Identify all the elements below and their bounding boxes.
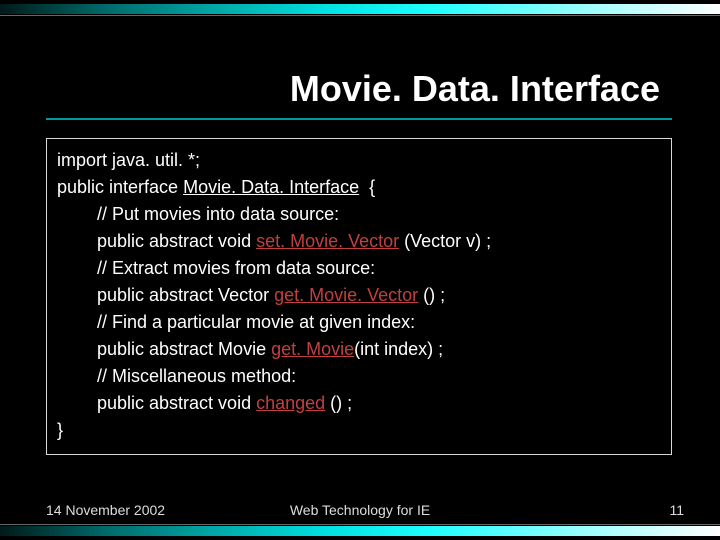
code-text: public interface xyxy=(57,177,183,197)
code-text: public abstract Vector xyxy=(97,285,274,305)
code-comment: // Extract movies from data source: xyxy=(97,258,375,278)
code-line: // Extract movies from data source: xyxy=(57,255,661,282)
code-line: public abstract Movie get. Movie(int ind… xyxy=(57,336,661,363)
code-text: { xyxy=(359,177,375,197)
code-line: public abstract void changed () ; xyxy=(57,390,661,417)
code-identifier: Movie. Data. Interface xyxy=(183,177,359,197)
code-comment: // Find a particular movie at given inde… xyxy=(97,312,415,332)
code-text: public abstract void xyxy=(97,393,256,413)
code-line: public abstract void set. Movie. Vector … xyxy=(57,228,661,255)
code-text: public abstract Movie xyxy=(97,339,271,359)
code-text: } xyxy=(57,420,63,440)
code-line: // Miscellaneous method: xyxy=(57,363,661,390)
code-method: get. Movie xyxy=(271,339,354,359)
code-line: public abstract Vector get. Movie. Vecto… xyxy=(57,282,661,309)
code-method: set. Movie. Vector xyxy=(256,231,399,251)
top-gradient-bar xyxy=(0,0,720,20)
code-line: public interface Movie. Data. Interface … xyxy=(57,174,661,201)
code-comment: // Put movies into data source: xyxy=(97,204,339,224)
code-text: (int index) ; xyxy=(354,339,443,359)
code-text: public abstract void xyxy=(97,231,256,251)
code-line: } xyxy=(57,417,661,444)
code-box: import java. util. *; public interface M… xyxy=(46,138,672,455)
bottom-gradient-bar xyxy=(0,520,720,540)
code-line: // Find a particular movie at given inde… xyxy=(57,309,661,336)
footer-page-number: 11 xyxy=(669,502,684,518)
code-text: () ; xyxy=(418,285,445,305)
slide-title: Movie. Data. Interface xyxy=(290,68,660,110)
code-method: changed xyxy=(256,393,325,413)
code-text: import java. util. *; xyxy=(57,150,200,170)
code-comment: // Miscellaneous method: xyxy=(97,366,296,386)
code-method: get. Movie. Vector xyxy=(274,285,418,305)
footer-center: Web Technology for IE xyxy=(0,502,720,518)
title-underline xyxy=(46,118,672,120)
code-text: () ; xyxy=(325,393,352,413)
code-line: // Put movies into data source: xyxy=(57,201,661,228)
code-line: import java. util. *; xyxy=(57,147,661,174)
code-text: (Vector v) ; xyxy=(399,231,491,251)
